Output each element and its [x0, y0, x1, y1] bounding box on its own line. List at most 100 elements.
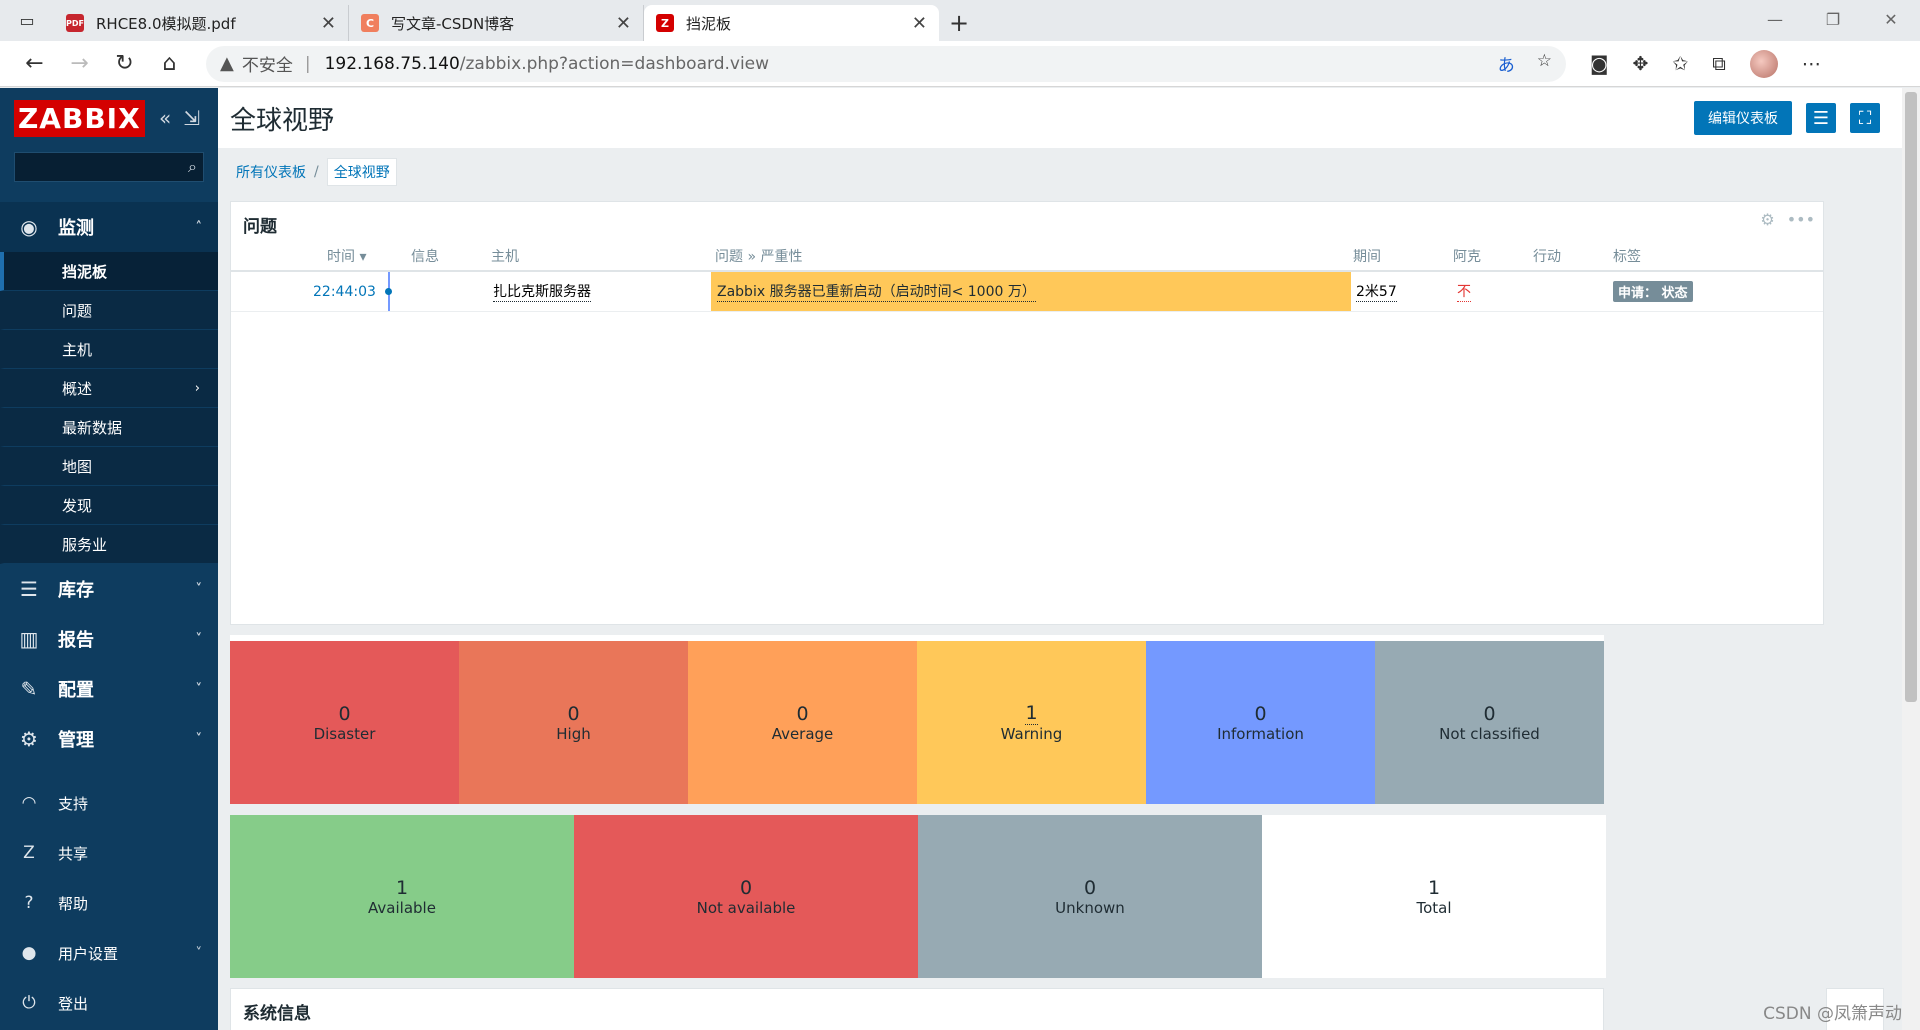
page-scrollbar[interactable]: [1902, 88, 1920, 1030]
col-duration: 期间: [1353, 249, 1381, 265]
nav-share[interactable]: Z 共享: [0, 828, 218, 878]
nav-logout[interactable]: ⏻ 登出: [0, 978, 218, 1028]
problem-host[interactable]: 扎比克斯服务器: [493, 281, 591, 302]
kiosk-icon[interactable]: ⇲: [183, 106, 200, 130]
monitoring-submenu: 挡泥板 问题 主机 概述 › 最新数据 地图 发现 服务业: [0, 252, 218, 564]
availability-label: Not available: [696, 898, 796, 917]
availability-available[interactable]: 1 Available: [230, 815, 574, 978]
col-host[interactable]: 主机: [491, 246, 519, 266]
browser-tab-csdn[interactable]: C 写文章-CSDN博客 ✕: [349, 5, 644, 41]
breadcrumb-separator: /: [314, 164, 319, 180]
forward-icon[interactable]: →: [57, 46, 102, 82]
header-actions: 编辑仪表板 ☰ ⛶: [1694, 101, 1880, 135]
nav-administration[interactable]: ⚙ 管理 ˅: [0, 714, 218, 764]
more-icon[interactable]: •••: [1787, 210, 1815, 229]
table-row: 22:44:03 扎比克斯服务器 Zabbix 服务器已重新启动（启动时间< 1…: [231, 272, 1823, 312]
insecure-label[interactable]: 不安全: [242, 51, 293, 76]
severity-average[interactable]: 0 Average: [688, 641, 917, 804]
availability-total[interactable]: 1 Total: [1262, 815, 1606, 978]
search-icon[interactable]: ⌕: [188, 157, 197, 177]
pdf-icon: PDF: [66, 14, 84, 32]
problem-duration[interactable]: 2米57: [1356, 281, 1397, 302]
gear-icon[interactable]: ⚙: [1760, 210, 1774, 229]
window-close-icon[interactable]: ✕: [1862, 0, 1920, 38]
sidebar-item-label: 发现: [62, 496, 93, 515]
minimize-icon[interactable]: —: [1746, 0, 1804, 38]
col-time[interactable]: 时间 ▾: [327, 246, 366, 266]
problem-tag[interactable]: 申请： 状态: [1613, 281, 1693, 302]
add-favorite-icon[interactable]: ☆: [1537, 51, 1552, 76]
close-icon[interactable]: ✕: [616, 13, 631, 34]
close-icon[interactable]: ✕: [912, 13, 927, 34]
reload-icon[interactable]: ↻: [102, 46, 147, 82]
extension-icon[interactable]: ◙: [1590, 53, 1608, 75]
nav-configuration[interactable]: ✎ 配置 ˅: [0, 664, 218, 714]
widget-title: 系统信息: [243, 1004, 311, 1024]
nav-support[interactable]: ◠ 支持: [0, 778, 218, 828]
widget-title: 问题: [243, 217, 277, 237]
tab-actions-icon[interactable]: ▭: [0, 0, 54, 41]
url-separator: |: [304, 53, 311, 74]
breadcrumb-all-dashboards[interactable]: 所有仪表板: [236, 162, 306, 182]
widget-controls: ⚙ •••: [1760, 210, 1815, 229]
profile-avatar[interactable]: [1749, 49, 1778, 78]
availability-unknown[interactable]: 0 Unknown: [918, 815, 1262, 978]
edit-dashboard-button[interactable]: 编辑仪表板: [1694, 101, 1792, 135]
nav-reports[interactable]: ▥ 报告 ˅: [0, 614, 218, 664]
address-bar[interactable]: ▲ 不安全 | 192.168.75.140 /zabbix.php?actio…: [206, 45, 1566, 82]
translate-icon[interactable]: あ: [1498, 51, 1515, 76]
browser-tab-pdf[interactable]: PDF RHCE8.0模拟题.pdf ✕: [54, 5, 349, 41]
timeline-dot: [385, 288, 392, 295]
nav-help[interactable]: ? 帮助: [0, 878, 218, 928]
severity-label: High: [556, 724, 591, 743]
gear-box-icon: ⚙: [20, 727, 38, 751]
warning-icon[interactable]: ▲: [220, 53, 234, 74]
sidebar-item-problems[interactable]: 问题: [0, 291, 218, 330]
home-icon[interactable]: ⌂: [147, 46, 192, 82]
problem-time[interactable]: 22:44:03: [313, 284, 376, 300]
nav-user-settings[interactable]: ● 用户设置 ˅: [0, 928, 218, 978]
severity-high[interactable]: 0 High: [459, 641, 688, 804]
browser-tab-dashboard[interactable]: Z 挡泥板 ✕: [644, 5, 939, 41]
back-icon[interactable]: ←: [12, 46, 57, 82]
sidebar-item-maps[interactable]: 地图: [0, 447, 218, 486]
fullscreen-icon[interactable]: ⛶: [1850, 103, 1880, 133]
list-icon: ☰: [20, 577, 38, 601]
browser-toolbar: ← → ↻ ⌂ ▲ 不安全 | 192.168.75.140 /zabbix.p…: [0, 41, 1920, 87]
severity-warning[interactable]: 1 Warning: [917, 641, 1146, 804]
severity-count[interactable]: 1: [1025, 702, 1038, 725]
zabbix-logo[interactable]: ZABBIX: [14, 99, 145, 137]
sidebar-item-discovery[interactable]: 发现: [0, 486, 218, 525]
severity-not-classified[interactable]: 0 Not classified: [1375, 641, 1604, 804]
severity-information[interactable]: 0 Information: [1146, 641, 1375, 804]
problem-description[interactable]: Zabbix 服务器已重新启动（启动时间< 1000 万）: [717, 281, 1036, 302]
help-icon: ?: [24, 893, 34, 913]
sidebar-item-latest-data[interactable]: 最新数据: [0, 408, 218, 447]
restore-icon[interactable]: ❐: [1804, 0, 1862, 38]
nav-inventory[interactable]: ☰ 库存 ˅: [0, 564, 218, 614]
extensions-puzzle-icon[interactable]: ✥: [1632, 53, 1648, 75]
severity-disaster[interactable]: 0 Disaster: [230, 641, 459, 804]
sidebar-search-input[interactable]: ⌕: [14, 152, 204, 182]
favorites-icon[interactable]: ✩: [1672, 53, 1688, 75]
nav-monitoring[interactable]: ◉ 监测 ˄: [0, 202, 218, 252]
collapse-sidebar-icon[interactable]: «: [159, 106, 171, 130]
collections-icon[interactable]: ⧉: [1712, 53, 1726, 75]
sidebar-item-hosts[interactable]: 主机: [0, 330, 218, 369]
sidebar-item-services[interactable]: 服务业: [0, 525, 218, 564]
close-icon[interactable]: ✕: [321, 13, 336, 34]
problems-table: 时间 ▾ 信息 主机 问题 » 严重性 期间 阿克 行动 标签 22:44:03…: [231, 242, 1823, 312]
availability-not-available[interactable]: 0 Not available: [574, 815, 918, 978]
col-problem-severity[interactable]: 问题 » 严重性: [715, 246, 802, 266]
scrollbar-thumb[interactable]: [1905, 92, 1917, 702]
new-tab-button[interactable]: +: [939, 5, 979, 41]
severity-widget: 0 Disaster 0 High 0 Average 1 Warning 0 …: [230, 635, 1604, 804]
breadcrumb-current[interactable]: 全球视野: [326, 158, 397, 186]
menu-icon[interactable]: ☰: [1806, 103, 1836, 133]
sidebar-item-dashboard[interactable]: 挡泥板: [0, 252, 218, 291]
url-host: 192.168.75.140: [324, 53, 460, 74]
more-icon[interactable]: ⋯: [1802, 53, 1821, 75]
problem-ack[interactable]: 不: [1457, 281, 1471, 302]
chevron-right-icon: ›: [194, 380, 200, 396]
sidebar-item-overview[interactable]: 概述 ›: [0, 369, 218, 408]
